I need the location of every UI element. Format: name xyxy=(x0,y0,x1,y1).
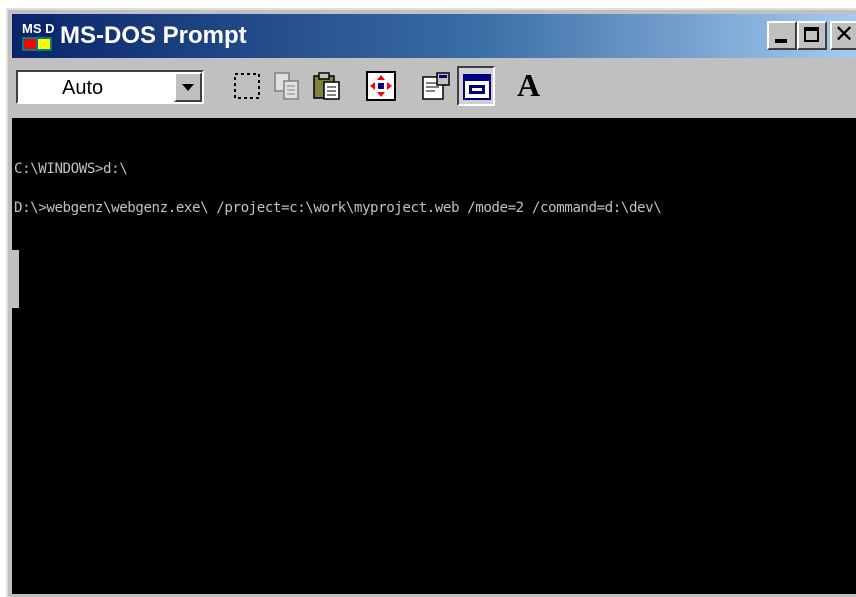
chevron-down-icon xyxy=(182,84,194,91)
copy-button[interactable] xyxy=(268,66,306,106)
maximize-button[interactable] xyxy=(797,21,827,50)
close-icon: ✕ xyxy=(834,20,855,48)
font-icon: A xyxy=(517,67,541,103)
window-title: MS-DOS Prompt xyxy=(60,22,247,49)
font-size-select[interactable]: Auto xyxy=(16,70,204,104)
properties-icon xyxy=(422,72,450,100)
paste-button[interactable] xyxy=(308,66,346,106)
paste-icon xyxy=(313,72,340,100)
background-icon xyxy=(463,74,491,100)
mark-button[interactable] xyxy=(228,66,266,106)
copy-icon xyxy=(274,72,299,100)
console-line: C:\WINDOWS>d:\ xyxy=(14,161,128,177)
ms-dos-window: MS DOS MS-DOS Prompt ✕ Auto xyxy=(6,8,856,597)
console-line: D:\>webgenz\webgenz.exe\ /project=c:\wor… xyxy=(14,200,662,216)
text-cursor xyxy=(12,250,19,308)
console-output[interactable]: C:\WINDOWS>d:\ D:\>webgenz\webgenz.exe\ … xyxy=(12,118,856,594)
maximize-icon xyxy=(804,27,819,42)
close-button[interactable]: ✕ xyxy=(830,21,856,50)
font-size-dropdown-button[interactable] xyxy=(174,72,202,102)
background-button[interactable] xyxy=(457,66,495,106)
font-button[interactable]: A xyxy=(510,66,548,106)
ms-dos-icon[interactable]: MS DOS xyxy=(20,19,54,53)
full-screen-icon xyxy=(366,71,396,101)
full-screen-button[interactable] xyxy=(362,66,400,106)
mark-icon xyxy=(234,73,260,99)
properties-button[interactable] xyxy=(417,66,455,106)
minimize-icon xyxy=(775,39,787,43)
minimize-button[interactable] xyxy=(767,21,797,50)
ms-dos-icon-text: MS DOS xyxy=(22,21,54,36)
font-size-value: Auto xyxy=(62,77,104,99)
title-bar[interactable]: MS DOS MS-DOS Prompt ✕ xyxy=(12,14,856,58)
toolbar: Auto A xyxy=(12,60,856,116)
